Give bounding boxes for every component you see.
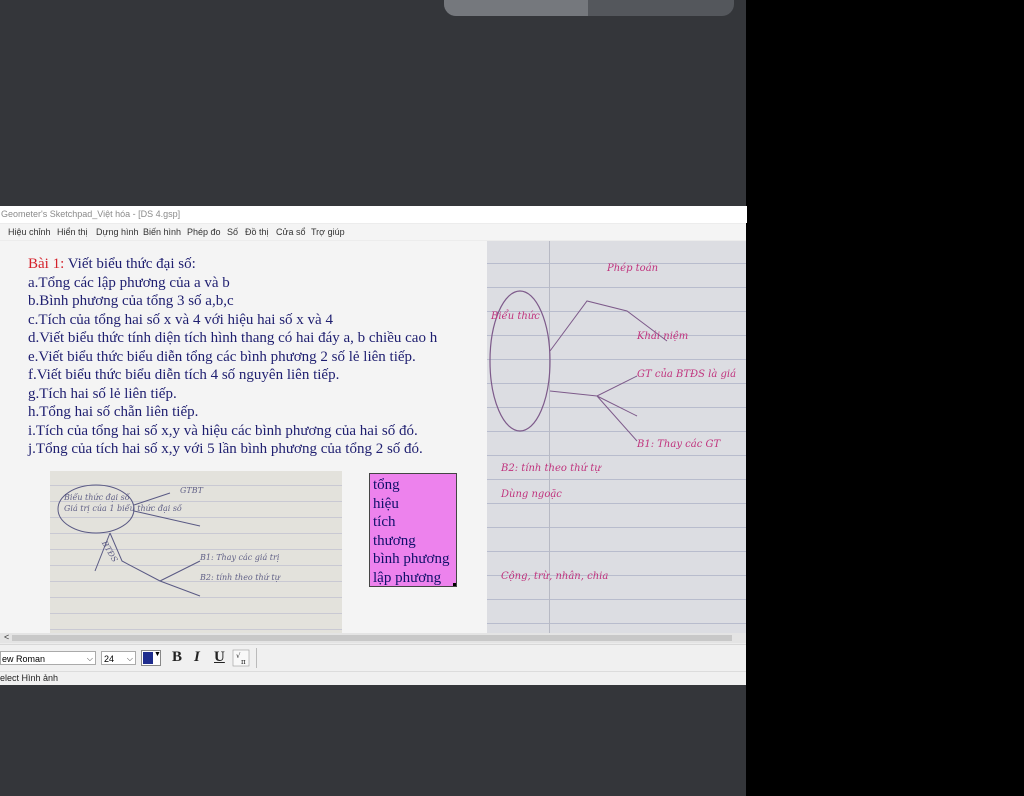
horizontal-scrollbar[interactable]: < [0, 632, 746, 643]
chevron-down-icon: ⌵ [86, 654, 93, 663]
menu-measure[interactable]: Phép đo [187, 224, 221, 240]
note-text: Giá trị của 1 biểu thức đại số [64, 504, 182, 513]
menu-transform[interactable]: Biến hình [143, 224, 181, 240]
note-text: Cộng, trừ, nhân, chia [501, 571, 609, 582]
chevron-down-icon: ▼ [154, 651, 161, 658]
exercise-item: e.Viết biểu thức biểu diễn tổng các bình… [28, 348, 416, 365]
symbol-palette-icon[interactable]: √ π [232, 649, 250, 667]
font-size-select[interactable]: 24 ⌵ [101, 651, 136, 665]
exercise-title: Viết biểu thức đại số: [64, 256, 196, 272]
svg-text:π: π [241, 658, 246, 666]
note-text: Phép toán [607, 263, 659, 274]
exercise-text[interactable]: Bài 1: Viết biểu thức đại số: a.Tổng các… [28, 255, 437, 459]
status-bar: elect Hình ảnh [0, 671, 746, 685]
text-color-button[interactable]: ▼ [141, 650, 161, 666]
menu-help[interactable]: Trợ giúp [311, 224, 345, 240]
menu-window[interactable]: Cửa sổ [276, 224, 306, 240]
menu-edit[interactable]: Hiệu chỉnh [8, 224, 51, 240]
scroll-left-icon[interactable]: < [4, 632, 9, 642]
keyword: tổng [373, 477, 400, 493]
keyword: thương [373, 532, 416, 549]
note-text: B1: Thay các GT [637, 439, 721, 450]
sketchpad-window: Geometer's Sketchpad_Việt hóa - [DS 4.gs… [0, 206, 747, 685]
black-side-panel [746, 0, 1024, 796]
exercise-item: d.Viết biểu thức tính diện tích hình tha… [28, 330, 438, 346]
keyword: bình phương [373, 551, 450, 567]
note-text: GTBT [180, 486, 203, 495]
notebook-photo-large[interactable]: Phép toán Biểu thức Khái niệm GT của BTĐ… [487, 241, 746, 633]
exercise-item: j.Tổng của tích hai số x,y với 5 lần bìn… [28, 441, 423, 457]
font-family-select[interactable]: ew Roman ⌵ [0, 651, 96, 665]
bold-button[interactable]: B [172, 649, 182, 666]
exercise-item: i.Tích của tổng hai số x,y và hiệu các b… [28, 422, 418, 439]
notebook-photo-small[interactable]: Biểu thức đại số Giá trị của 1 biểu thức… [50, 471, 342, 638]
menu-bar: Hiệu chỉnh Hiển thị Dựng hình Biến hình … [0, 224, 746, 240]
note-text: B2: tính theo thứ tự [501, 463, 601, 474]
keyword: lập phương [373, 569, 442, 586]
italic-button[interactable]: I [194, 649, 200, 666]
toolbar-separator [256, 648, 257, 668]
keyword: hiệu [373, 495, 399, 512]
note-text: GT của BTĐS là giá [637, 369, 737, 380]
keyword-box[interactable]: tổng hiệu tích thương bình phương lập ph… [369, 473, 457, 587]
chevron-down-icon: ⌵ [126, 654, 133, 663]
underline-button[interactable]: U [214, 649, 225, 666]
active-tab-segment[interactable] [444, 0, 588, 16]
exercise-item: g.Tích hai số lẻ liên tiếp. [28, 385, 177, 402]
note-text: B2: tính theo thứ tự [200, 573, 280, 582]
text-format-bar: ew Roman ⌵ 24 ⌵ ▼ B I U √ π [0, 644, 746, 671]
note-text: Biểu thức đại số [64, 493, 130, 502]
exercise-item: c.Tích của tổng hai số x và 4 với hiệu h… [28, 311, 333, 328]
browser-tab-strip[interactable] [444, 0, 734, 16]
menu-display[interactable]: Hiển thị [57, 224, 88, 240]
note-text: B1: Thay các giá trị [200, 553, 280, 562]
window-title: Geometer's Sketchpad_Việt hóa - [DS 4.gs… [0, 206, 747, 223]
note-text: Dùng ngoặc [501, 489, 562, 500]
exercise-number: Bài 1: [28, 256, 65, 272]
exercise-item: a.Tổng các lập phương của a và b [28, 274, 230, 291]
menu-construct[interactable]: Dựng hình [96, 224, 139, 240]
resize-handle[interactable] [453, 583, 456, 586]
exercise-item: b.Bình phương của tổng 3 số a,b,c [28, 293, 234, 309]
color-swatch [143, 652, 153, 664]
note-text: Biểu thức [491, 311, 540, 322]
font-family-value: ew Roman [2, 654, 46, 664]
font-size-value: 24 [104, 654, 115, 664]
exercise-heading: Bài 1: Viết biểu thức đại số: [28, 255, 437, 274]
scroll-thumb[interactable] [12, 635, 732, 641]
note-text: Khái niệm [637, 331, 689, 342]
exercise-item: h.Tổng hai số chẵn liên tiếp. [28, 404, 199, 420]
menu-graph[interactable]: Đồ thị [245, 224, 269, 240]
sketch-canvas[interactable]: Bài 1: Viết biểu thức đại số: a.Tổng các… [0, 241, 487, 638]
exercise-item: f.Viết biểu thức biểu diễn tích 4 số ngu… [28, 367, 340, 383]
keyword: tích [373, 514, 396, 530]
menu-number[interactable]: Số [227, 224, 238, 240]
